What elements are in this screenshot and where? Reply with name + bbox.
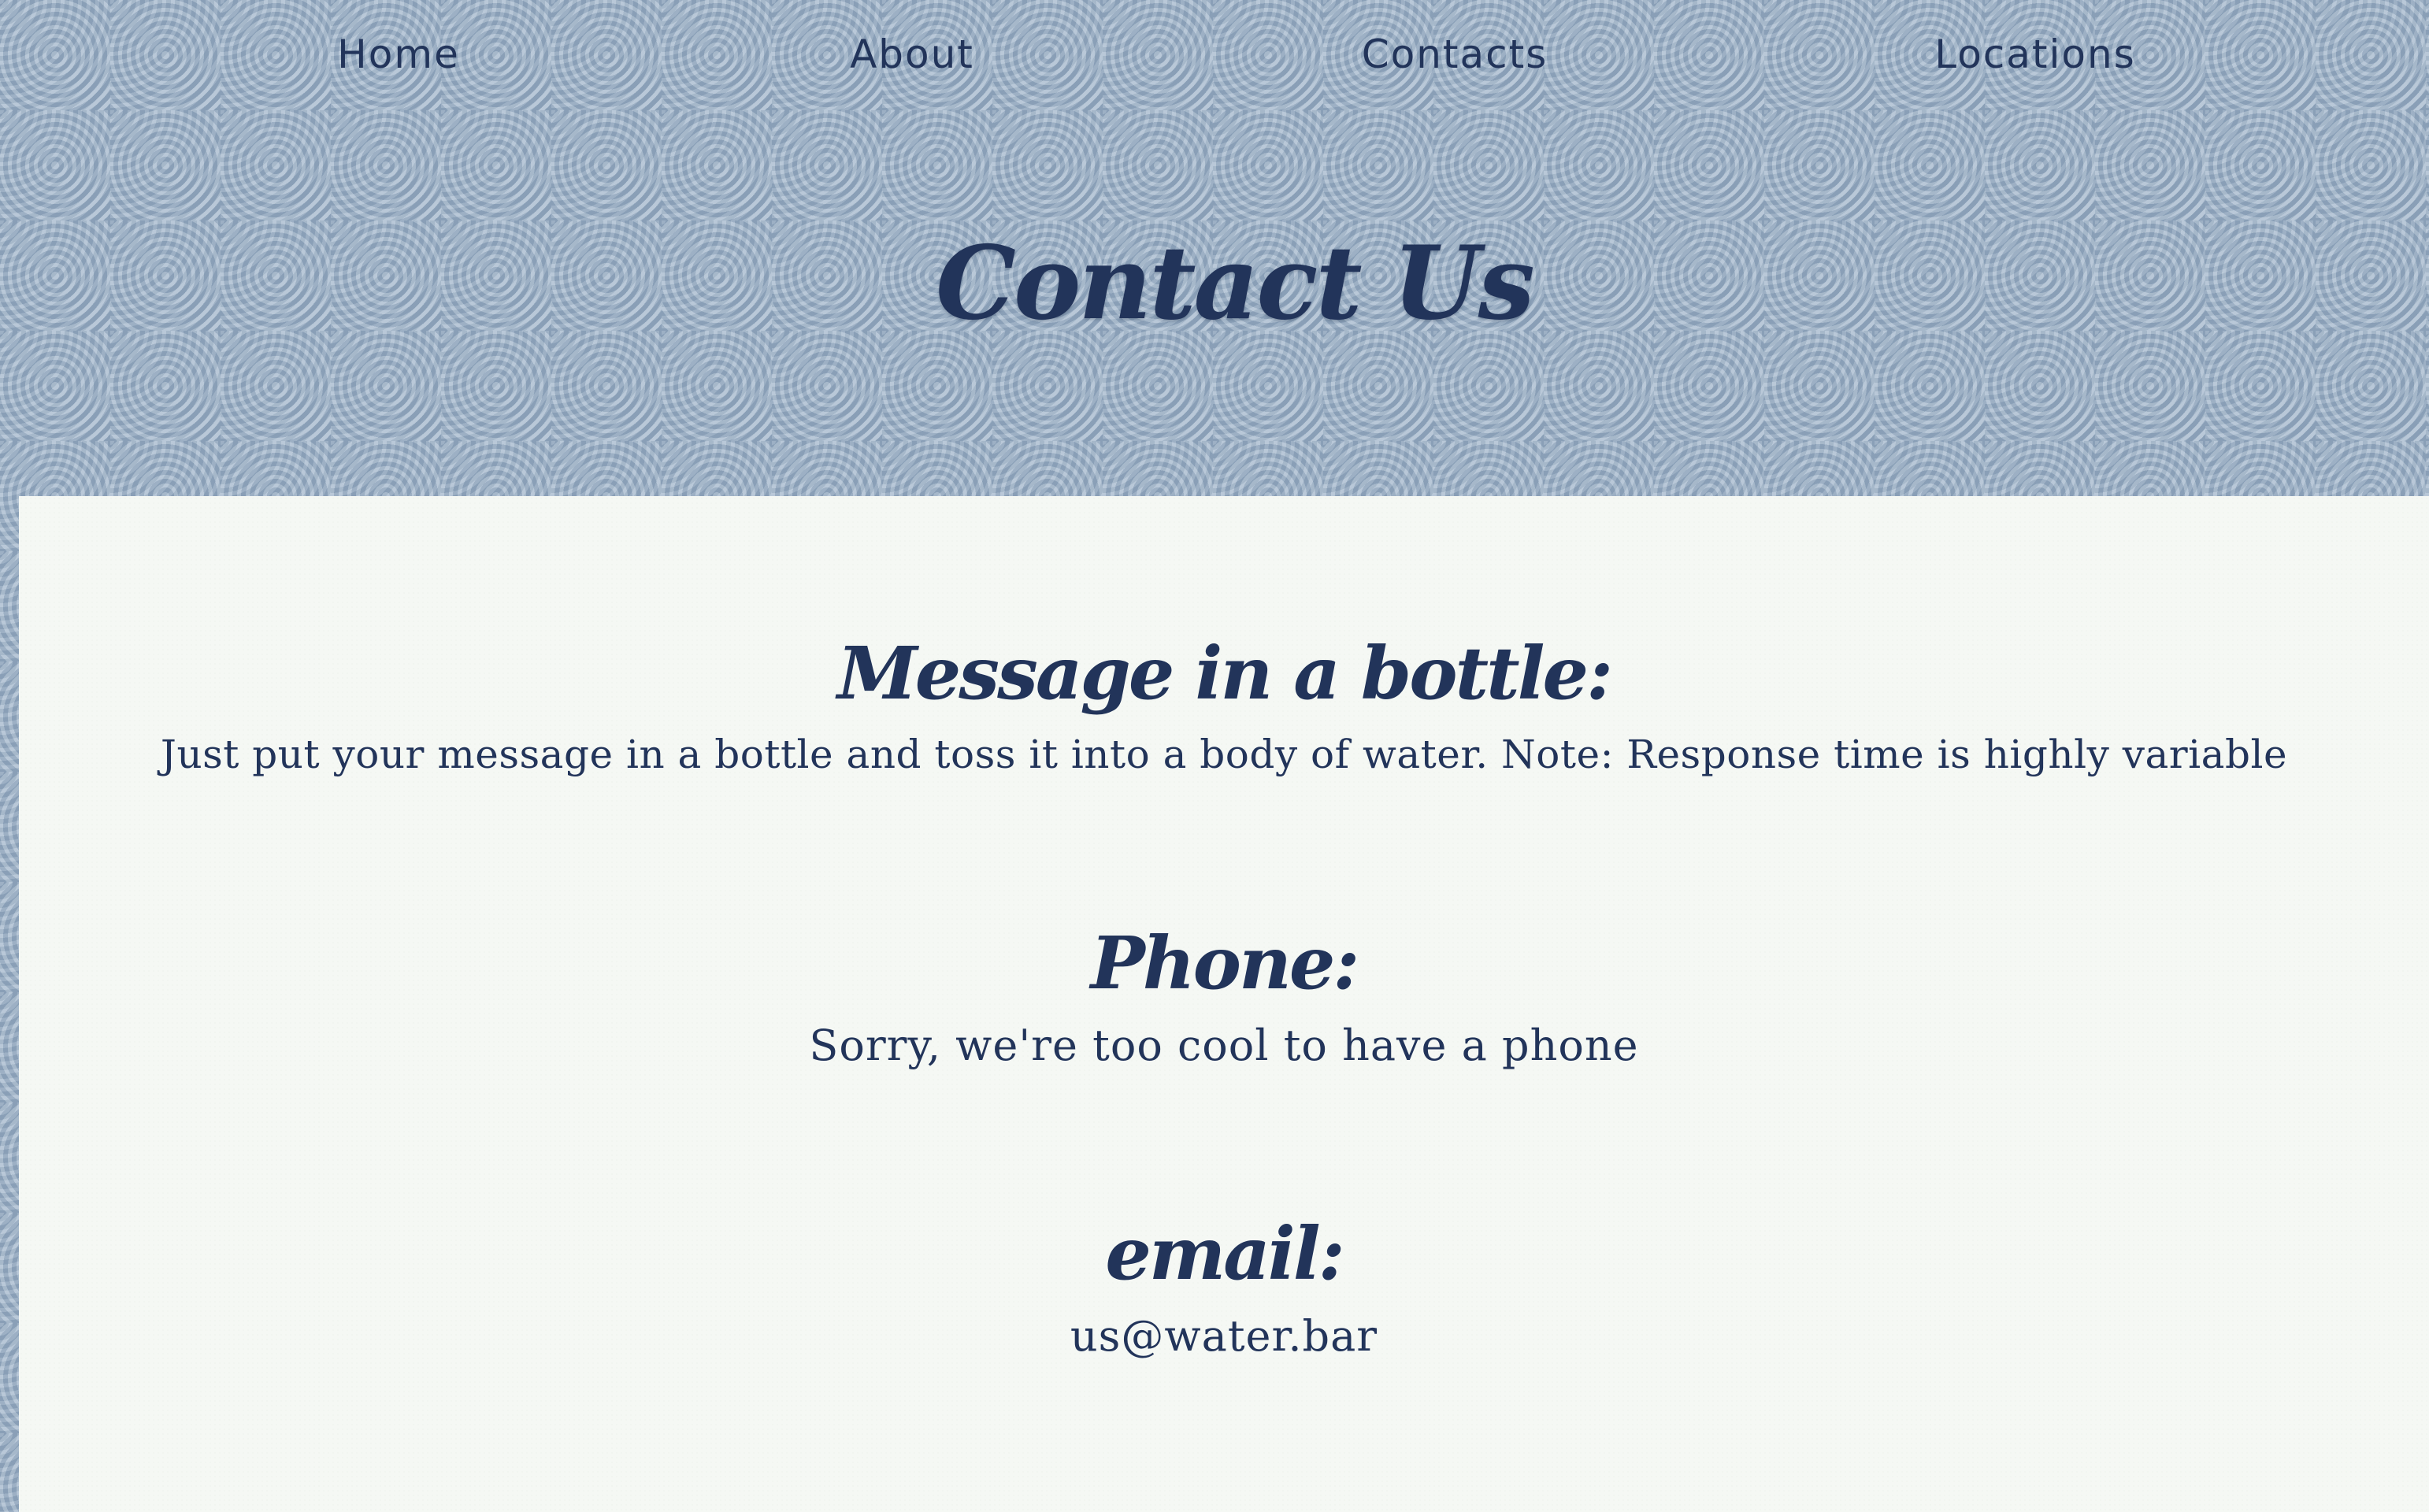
- email-address-link[interactable]: us@water.bar: [19, 1311, 2429, 1362]
- nav-about-link[interactable]: About: [850, 32, 974, 77]
- bottle-heading: Message in a bottle:: [836, 631, 1613, 716]
- nav-home-link[interactable]: Home: [337, 32, 460, 77]
- nav-contacts-link[interactable]: Contacts: [1362, 32, 1548, 77]
- contact-content-panel: Message in a bottle: Just put your messa…: [19, 496, 2429, 1512]
- phone-section: Phone: Sorry, we're too cool to have a p…: [19, 921, 2429, 1072]
- top-nav: Home About Contacts Locations: [0, 0, 2429, 126]
- nav-locations-link[interactable]: Locations: [1934, 32, 2136, 77]
- page-title: Contact Us: [936, 224, 1535, 343]
- phone-text: Sorry, we're too cool to have a phone: [809, 1021, 1639, 1071]
- bottle-section: Message in a bottle: Just put your messa…: [19, 631, 2429, 778]
- email-section: email: us@water.bar: [19, 1214, 2429, 1362]
- bottle-text: Just put your message in a bottle and to…: [160, 732, 2288, 778]
- phone-heading: Phone:: [1090, 921, 1360, 1006]
- email-heading: email:: [1105, 1211, 1344, 1296]
